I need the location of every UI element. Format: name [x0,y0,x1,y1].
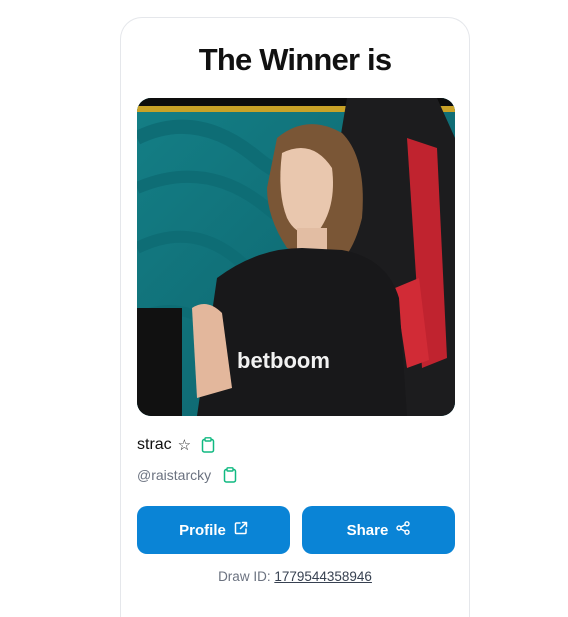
share-button[interactable]: Share [302,506,455,554]
page-title: The Winner is [198,42,392,77]
draw-id-label: Draw ID: [218,569,275,584]
winner-photo-art: betboom [137,98,455,416]
winner-photo: betboom [137,98,455,416]
clipboard-icon[interactable] [201,437,215,453]
svg-text:betboom: betboom [237,348,330,373]
share-button-label: Share [346,521,389,539]
winner-name-row: strac ☆ [137,436,215,454]
star-icon: ☆ [177,437,192,454]
winner-handle-row: @raistarcky [137,467,237,483]
profile-button-label: Profile [179,521,226,539]
winner-name: strac [137,436,172,453]
profile-button[interactable]: Profile [137,506,290,554]
winner-handle: @raistarcky [137,467,212,483]
clipboard-icon[interactable] [223,467,237,483]
draw-id-link[interactable]: 1779544358946 [274,569,372,584]
share-icon [396,521,411,539]
draw-id-row: Draw ID: 1779544358946 [121,569,469,584]
external-link-icon [234,521,248,539]
winner-card: The Winner is betboom strac ☆ @raistarck… [120,17,470,617]
